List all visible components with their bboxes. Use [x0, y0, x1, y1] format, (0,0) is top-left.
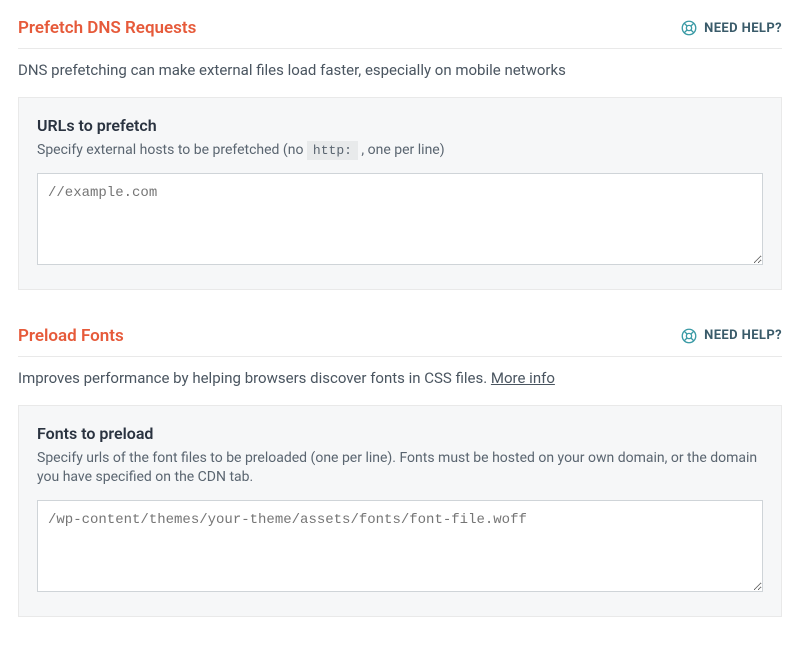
preload-header: Preload Fonts NEED HELP?	[18, 326, 782, 357]
preload-fonts-section: Preload Fonts NEED HELP? Improves perfor…	[18, 326, 782, 617]
preload-title: Preload Fonts	[18, 326, 124, 346]
preload-panel: Fonts to preload Specify urls of the fon…	[18, 405, 782, 617]
prefetch-panel-desc: Specify external hosts to be prefetched …	[37, 141, 763, 161]
prefetch-help-link[interactable]: NEED HELP?	[680, 19, 782, 37]
more-info-link[interactable]: More info	[491, 369, 555, 387]
prefetch-dns-section: Prefetch DNS Requests NEED HELP? DNS pre…	[18, 18, 782, 290]
help-label: NEED HELP?	[704, 328, 782, 343]
lifebuoy-icon	[680, 327, 698, 345]
help-label: NEED HELP?	[704, 21, 782, 36]
preload-description: Improves performance by helping browsers…	[18, 369, 782, 387]
preload-panel-desc: Specify urls of the font files to be pre…	[37, 449, 763, 488]
preload-desc-text: Improves performance by helping browsers…	[18, 369, 491, 387]
preload-panel-title: Fonts to preload	[37, 424, 763, 443]
prefetch-header: Prefetch DNS Requests NEED HELP?	[18, 18, 782, 49]
prefetch-desc-after: , one per line)	[361, 142, 444, 158]
lifebuoy-icon	[680, 19, 698, 37]
prefetch-description: DNS prefetching can make external files …	[18, 61, 782, 79]
prefetch-panel-title: URLs to prefetch	[37, 116, 763, 135]
prefetch-title: Prefetch DNS Requests	[18, 18, 196, 38]
prefetch-panel: URLs to prefetch Specify external hosts …	[18, 97, 782, 290]
prefetch-desc-before: Specify external hosts to be prefetched …	[37, 142, 307, 158]
prefetch-urls-input[interactable]	[37, 173, 763, 265]
prefetch-desc-code: http:	[307, 141, 358, 160]
preload-help-link[interactable]: NEED HELP?	[680, 327, 782, 345]
preload-fonts-input[interactable]	[37, 500, 763, 592]
